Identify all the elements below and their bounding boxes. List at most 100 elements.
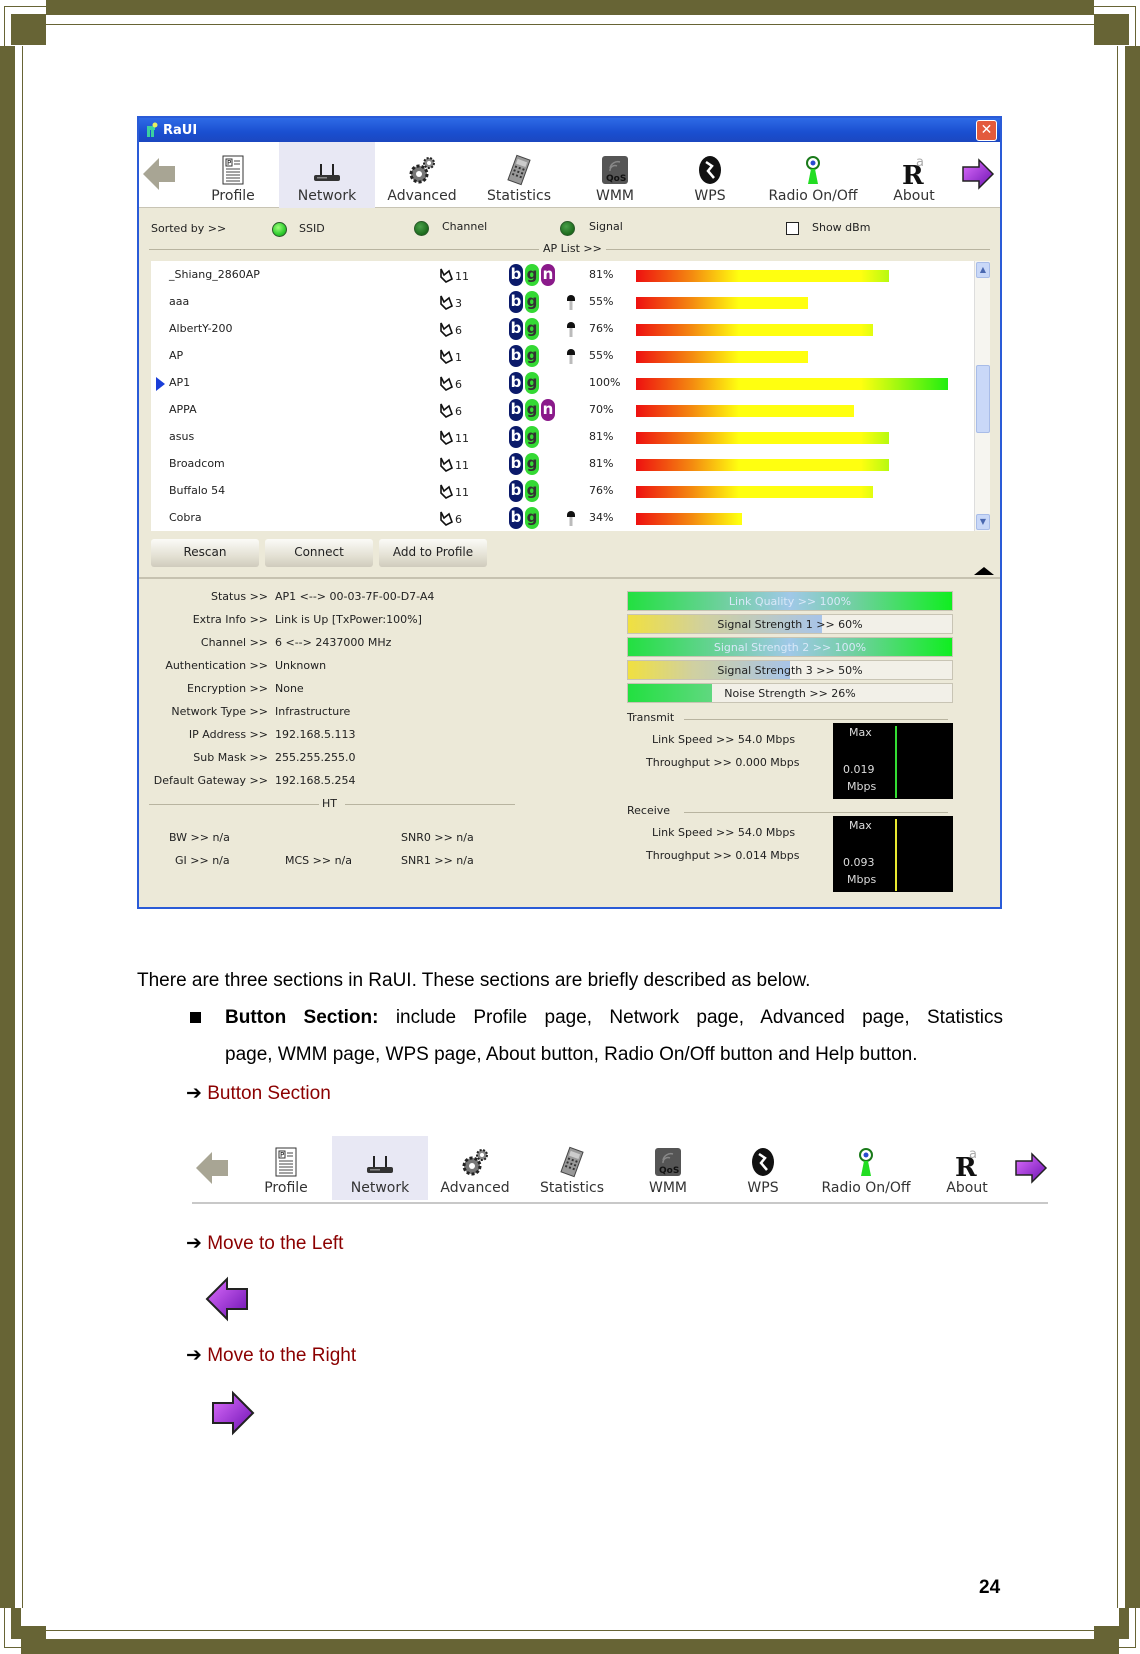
button-section: P Profile Network Advanced Statistics QoS WMM W… bbox=[139, 142, 1000, 208]
ap-list-row[interactable]: APPA 6 b g n 70% bbox=[151, 396, 981, 423]
arrow-bullet-icon: ➔ bbox=[186, 1344, 202, 1366]
toolbar-label: Profile bbox=[264, 1180, 308, 1196]
sort-signal-radio[interactable] bbox=[560, 221, 575, 236]
sort-ssid-radio[interactable] bbox=[272, 222, 287, 237]
toolbar-button-advanced[interactable]: Advanced bbox=[374, 142, 470, 208]
mode-b-badge: b bbox=[509, 264, 523, 286]
ap-signal-percent: 81% bbox=[589, 430, 614, 443]
ap-channel-number: 6 bbox=[455, 324, 462, 337]
toolbar-button-radio-on-off[interactable]: Radio On/Off bbox=[809, 1136, 923, 1200]
connect-button[interactable]: Connect bbox=[265, 539, 373, 567]
move-right-button[interactable] bbox=[1012, 1150, 1048, 1191]
scroll-thumb[interactable] bbox=[976, 365, 990, 433]
scroll-up-button[interactable]: ▲ bbox=[976, 262, 990, 278]
receive-divider bbox=[684, 812, 948, 813]
ap-channel-number: 6 bbox=[455, 405, 462, 418]
ap-list-row[interactable]: AlbertY-200 6 b g 76% bbox=[151, 315, 981, 342]
ap-list-scrollbar[interactable]: ▲ ▼ bbox=[974, 261, 990, 531]
toolbar-button-wps[interactable]: WPS bbox=[715, 1136, 811, 1200]
show-dbm-checkbox[interactable] bbox=[786, 222, 799, 235]
ap-signal-percent: 55% bbox=[589, 295, 614, 308]
toolbar-button-advanced[interactable]: Advanced bbox=[427, 1136, 523, 1200]
toolbar-button-wmm[interactable]: QoS WMM bbox=[620, 1136, 716, 1200]
quality-bar: Signal Strength 1 >> 60% bbox=[627, 614, 953, 634]
move-right-arrow-icon bbox=[212, 1390, 255, 1436]
frame-bottom-bar bbox=[21, 1639, 1119, 1654]
ht-snr1: SNR1 >> n/a bbox=[401, 854, 474, 867]
ap-list-row[interactable]: Broadcom 11 b g 81% bbox=[151, 450, 981, 477]
network-icon bbox=[312, 154, 342, 186]
ap-list-row[interactable]: asus 11 b g 81% bbox=[151, 423, 981, 450]
move-right-button[interactable] bbox=[959, 156, 995, 195]
title-bar: RaUI ✕ bbox=[139, 118, 1000, 142]
toolbar-button-network[interactable]: Network bbox=[279, 142, 375, 208]
frame-top-bar bbox=[46, 0, 1094, 15]
show-dbm-label[interactable]: Show dBm bbox=[812, 221, 870, 234]
toolbar-button-about[interactable]: Ra About bbox=[879, 142, 949, 208]
button-section-heading: ➔ Button Section bbox=[186, 1082, 331, 1105]
scroll-down-button[interactable]: ▼ bbox=[976, 514, 990, 530]
toolbar-button-wps[interactable]: WPS bbox=[662, 142, 758, 208]
antenna-icon bbox=[438, 294, 455, 313]
toolbar-label: Radio On/Off bbox=[768, 188, 858, 204]
ap-list-row[interactable]: AP 1 b g 55% bbox=[151, 342, 981, 369]
toolbar-button-wmm[interactable]: QoS WMM bbox=[567, 142, 663, 208]
collapse-arrow-icon[interactable] bbox=[974, 567, 994, 575]
toolbar-button-profile[interactable]: P Profile bbox=[242, 1136, 330, 1200]
sort-signal-label[interactable]: Signal bbox=[589, 220, 623, 233]
statistics-icon bbox=[504, 154, 534, 186]
toolbar-label: Network bbox=[350, 1180, 410, 1196]
toolbar-button-about[interactable]: Ra About bbox=[932, 1136, 1002, 1200]
ap-signal-percent: 100% bbox=[589, 376, 621, 389]
toolbar-button-profile[interactable]: P Profile bbox=[189, 142, 277, 208]
section-splitter[interactable] bbox=[139, 577, 1000, 579]
sort-channel-radio[interactable] bbox=[414, 221, 429, 236]
frame-right-bar bbox=[1125, 46, 1140, 1608]
ap-signal-bar bbox=[636, 459, 889, 471]
close-button[interactable]: ✕ bbox=[976, 120, 997, 141]
svg-text:a: a bbox=[916, 155, 924, 170]
ht-mcs: MCS >> n/a bbox=[285, 854, 352, 867]
frame-corner-tl bbox=[11, 14, 46, 45]
transmit-graph-line bbox=[895, 726, 897, 798]
ap-signal-bar bbox=[636, 486, 873, 498]
move-left-button[interactable] bbox=[194, 1150, 230, 1191]
move-left-button[interactable] bbox=[141, 156, 177, 195]
toolbar-label: Advanced bbox=[440, 1180, 510, 1196]
transmit-throughput: Throughput >> 0.000 Mbps bbox=[646, 756, 800, 769]
sort-ssid-label[interactable]: SSID bbox=[299, 222, 325, 235]
ap-signal-percent: 55% bbox=[589, 349, 614, 362]
ap-list-row[interactable]: aaa 3 b g 55% bbox=[151, 288, 981, 315]
security-key-icon bbox=[565, 509, 577, 527]
status-field-label: Encryption >> bbox=[187, 682, 268, 695]
frame-top-line bbox=[46, 24, 1094, 25]
mode-g-badge: g bbox=[525, 426, 539, 448]
receive-graph-unit: Mbps bbox=[847, 873, 877, 886]
status-field-value: Link is Up [TxPower:100%] bbox=[275, 613, 422, 626]
toolbar-button-network[interactable]: Network bbox=[332, 1136, 428, 1200]
toolbar-button-statistics[interactable]: Statistics bbox=[471, 142, 567, 208]
ht-divider-right bbox=[345, 804, 515, 805]
ap-list-row[interactable]: AP1 6 b g 100% bbox=[151, 369, 981, 396]
toolbar-button-statistics[interactable]: Statistics bbox=[524, 1136, 620, 1200]
ap-list-row[interactable]: _Shiang_2860AP 11 b g n 81% bbox=[151, 261, 981, 288]
arrow-bullet-icon: ➔ bbox=[186, 1082, 202, 1104]
antenna-icon bbox=[438, 267, 455, 286]
sort-channel-label[interactable]: Channel bbox=[442, 220, 487, 233]
ap-list-row[interactable]: Buffalo 54 11 b g 76% bbox=[151, 477, 981, 504]
ap-ssid: APPA bbox=[169, 403, 197, 416]
ap-channel-number: 11 bbox=[455, 270, 469, 283]
ap-signal-bar bbox=[636, 351, 808, 363]
mode-g-badge: g bbox=[525, 345, 539, 367]
move-right-heading: ➔ Move to the Right bbox=[186, 1344, 356, 1367]
mode-n-badge: n bbox=[541, 399, 555, 421]
add-to-profile-button[interactable]: Add to Profile bbox=[379, 539, 487, 567]
toolbar-label: Network bbox=[297, 188, 357, 204]
button-section-strip: P Profile Network Advanced Statistics QoS WMM W… bbox=[192, 1136, 1048, 1204]
ap-list-row[interactable]: Cobra 6 b g 34% bbox=[151, 504, 981, 531]
svg-text:P: P bbox=[280, 1151, 284, 1159]
frame-tl-outline bbox=[4, 6, 5, 46]
toolbar-button-radio-on-off[interactable]: Radio On/Off bbox=[756, 142, 870, 208]
ap-signal-bar bbox=[636, 405, 854, 417]
rescan-button[interactable]: Rescan bbox=[151, 539, 259, 567]
